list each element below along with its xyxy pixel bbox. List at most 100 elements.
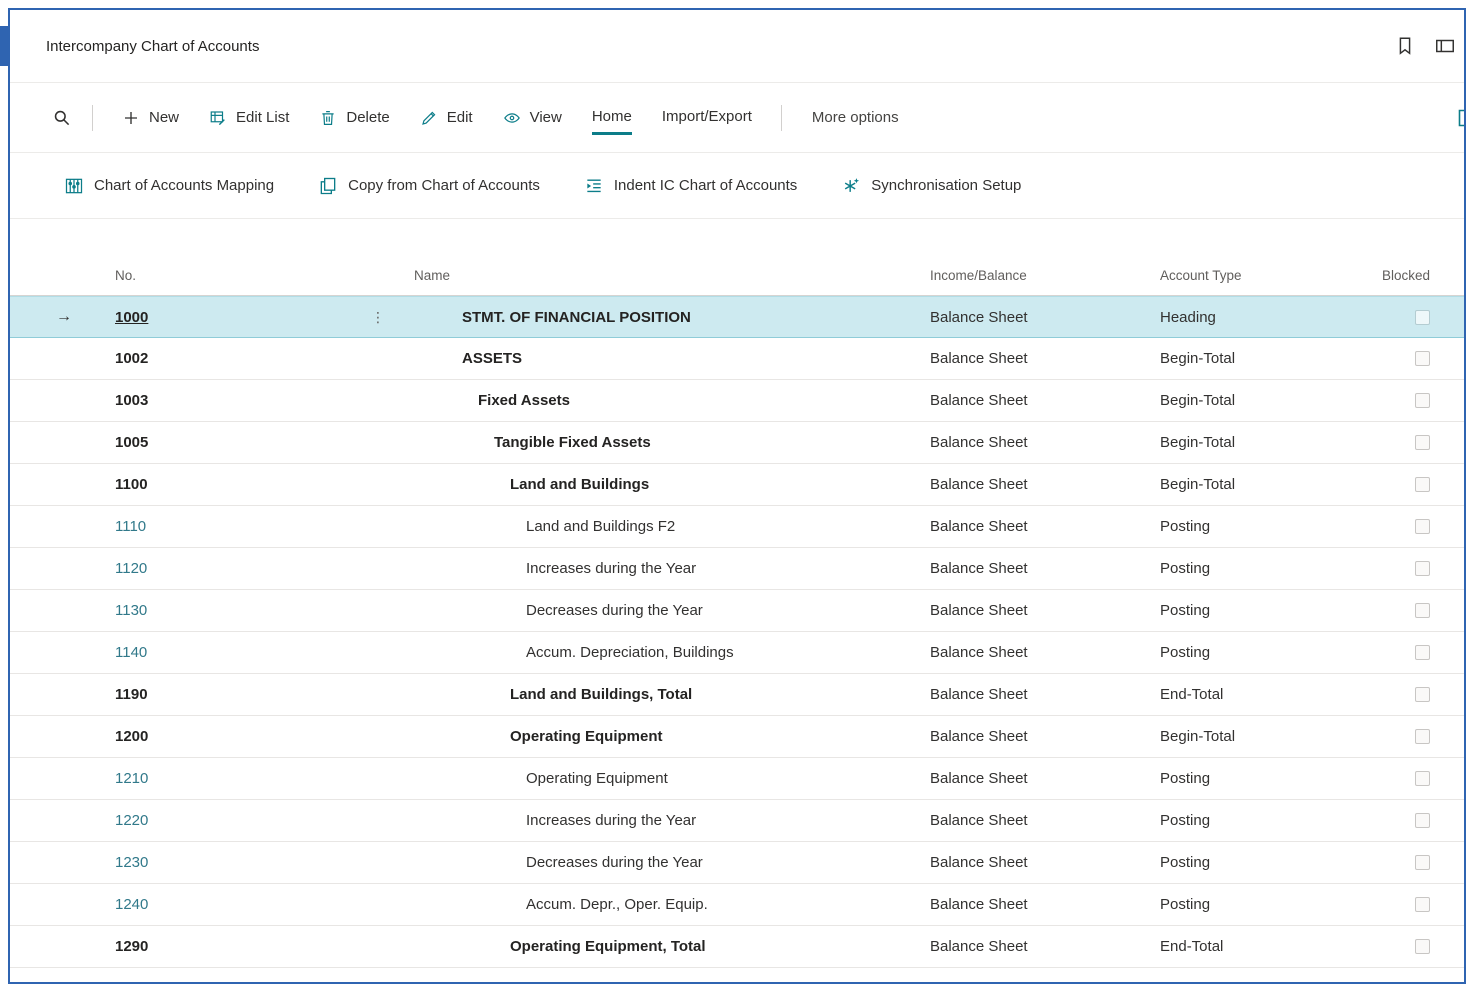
table-row[interactable]: 1100Land and BuildingsBalance SheetBegin… <box>10 464 1464 506</box>
cell-no[interactable]: 1220 <box>105 800 365 841</box>
blocked-checkbox[interactable] <box>1415 855 1430 870</box>
cell-no[interactable]: 1005 <box>105 422 365 463</box>
cell-income-balance[interactable]: Balance Sheet <box>925 422 1155 463</box>
cell-income-balance[interactable]: Balance Sheet <box>925 548 1155 589</box>
table-row[interactable]: 1230 Decreases during the YearBalance She… <box>10 842 1464 884</box>
cell-no[interactable]: 1190 <box>105 674 365 715</box>
toolbar-button-edit[interactable]: Edit <box>405 101 488 135</box>
column-header-no[interactable]: No. <box>105 268 365 283</box>
cell-account-type[interactable]: Begin-Total <box>1155 464 1370 505</box>
cell-name[interactable]: Fixed Assets <box>410 380 925 421</box>
column-header-account-type[interactable]: Account Type <box>1155 268 1370 283</box>
cell-name[interactable]: ASSETS <box>410 338 925 379</box>
toolbar-button-edit-list[interactable]: Edit List <box>194 101 304 135</box>
toolbar-tab-home[interactable]: Home <box>577 100 647 136</box>
cell-no[interactable]: 1140 <box>105 632 365 673</box>
cell-name[interactable]: Accum. Depreciation, Buildings <box>410 632 925 673</box>
cell-account-type[interactable]: Posting <box>1155 800 1370 841</box>
more-options-button[interactable]: More options <box>796 101 915 134</box>
table-row[interactable]: 1003 Fixed AssetsBalance SheetBegin-Total <box>10 380 1464 422</box>
table-row[interactable]: 1240Accum. Depr., Oper. Equip.Balance Sh… <box>10 884 1464 926</box>
table-row[interactable]: 1290Operating Equipment, TotalBalance Sh… <box>10 926 1464 968</box>
action-button-copy-from-chart-of-accounts[interactable]: Copy from Chart of Accounts <box>300 168 558 204</box>
cell-account-type[interactable]: End-Total <box>1155 926 1370 967</box>
cell-account-type[interactable]: Posting <box>1155 590 1370 631</box>
cell-no[interactable]: 1130 <box>105 590 365 631</box>
cell-account-type[interactable]: Posting <box>1155 842 1370 883</box>
column-header-income-balance[interactable]: Income/Balance <box>925 268 1155 283</box>
blocked-checkbox[interactable] <box>1415 519 1430 534</box>
dock-icon[interactable] <box>1434 35 1456 57</box>
cell-income-balance[interactable]: Balance Sheet <box>925 674 1155 715</box>
cell-name[interactable]: STMT. OF FINANCIAL POSITION <box>410 297 925 337</box>
cell-no[interactable]: 1240 <box>105 884 365 925</box>
cell-income-balance[interactable]: Balance Sheet <box>925 632 1155 673</box>
cell-no[interactable]: 1000 <box>105 297 365 337</box>
blocked-checkbox[interactable] <box>1415 771 1430 786</box>
action-button-chart-of-accounts-mapping[interactable]: Chart of Accounts Mapping <box>46 168 292 204</box>
cell-income-balance[interactable]: Balance Sheet <box>925 884 1155 925</box>
cell-name[interactable]: Land and Buildings, Total <box>410 674 925 715</box>
cell-no[interactable]: 1003 <box>105 380 365 421</box>
cell-account-type[interactable]: End-Total <box>1155 674 1370 715</box>
blocked-checkbox[interactable] <box>1415 393 1430 408</box>
toolbar-button-view[interactable]: View <box>488 101 577 135</box>
cell-name[interactable]: Operating Equipment <box>410 716 925 757</box>
cell-account-type[interactable]: Begin-Total <box>1155 422 1370 463</box>
cell-account-type[interactable]: Posting <box>1155 758 1370 799</box>
cell-account-type[interactable]: Begin-Total <box>1155 380 1370 421</box>
table-row[interactable]: 1120Increases during the YearBalance She… <box>10 548 1464 590</box>
cell-name[interactable]: Land and Buildings <box>410 464 925 505</box>
blocked-checkbox[interactable] <box>1415 310 1430 325</box>
blocked-checkbox[interactable] <box>1415 645 1430 660</box>
action-button-indent-ic-chart-of-accounts[interactable]: Indent IC Chart of Accounts <box>566 168 815 204</box>
toolbar-tab-import-export[interactable]: Import/Export <box>647 100 767 136</box>
blocked-checkbox[interactable] <box>1415 813 1430 828</box>
cell-no[interactable]: 1230 <box>105 842 365 883</box>
blocked-checkbox[interactable] <box>1415 687 1430 702</box>
cell-income-balance[interactable]: Balance Sheet <box>925 590 1155 631</box>
cell-account-type[interactable]: Posting <box>1155 548 1370 589</box>
column-header-name[interactable]: Name <box>410 268 925 283</box>
cell-no[interactable]: 1002 <box>105 338 365 379</box>
cell-name[interactable]: Decreases during the Year <box>410 842 925 883</box>
cell-account-type[interactable]: Begin-Total <box>1155 338 1370 379</box>
cell-name[interactable]: Decreases during the Year <box>410 590 925 631</box>
blocked-checkbox[interactable] <box>1415 477 1430 492</box>
table-row[interactable]: 1220 Increases during the YearBalance She… <box>10 800 1464 842</box>
table-row[interactable]: 1210Operating EquipmentBalance SheetPost… <box>10 758 1464 800</box>
table-row[interactable]: 1005 Tangible Fixed AssetsBalance SheetBe… <box>10 422 1464 464</box>
search-button[interactable] <box>44 101 78 135</box>
table-row[interactable]: 1200Operating EquipmentBalance SheetBegi… <box>10 716 1464 758</box>
row-options-ellipsis-icon[interactable]: ⋮ <box>365 297 410 337</box>
blocked-checkbox[interactable] <box>1415 351 1430 366</box>
table-row[interactable]: 1130 Decreases during the YearBalance She… <box>10 590 1464 632</box>
cell-account-type[interactable]: Posting <box>1155 632 1370 673</box>
blocked-checkbox[interactable] <box>1415 435 1430 450</box>
column-header-blocked[interactable]: Blocked <box>1370 268 1464 283</box>
cell-name[interactable]: Increases during the Year <box>410 800 925 841</box>
cell-no[interactable]: 1200 <box>105 716 365 757</box>
cell-account-type[interactable]: Posting <box>1155 884 1370 925</box>
blocked-checkbox[interactable] <box>1415 729 1430 744</box>
table-row[interactable]: 1190 Land and Buildings, TotalBalance She… <box>10 674 1464 716</box>
cell-income-balance[interactable]: Balance Sheet <box>925 842 1155 883</box>
cell-income-balance[interactable]: Balance Sheet <box>925 380 1155 421</box>
cell-name[interactable]: Land and Buildings F2 <box>410 506 925 547</box>
cell-account-type[interactable]: Posting <box>1155 506 1370 547</box>
blocked-checkbox[interactable] <box>1415 603 1430 618</box>
table-row[interactable]: 1110Land and Buildings F2Balance SheetPo… <box>10 506 1464 548</box>
cell-income-balance[interactable]: Balance Sheet <box>925 926 1155 967</box>
blocked-checkbox[interactable] <box>1415 561 1430 576</box>
cell-income-balance[interactable]: Balance Sheet <box>925 338 1155 379</box>
cell-name[interactable]: Tangible Fixed Assets <box>410 422 925 463</box>
cell-income-balance[interactable]: Balance Sheet <box>925 464 1155 505</box>
cell-income-balance[interactable]: Balance Sheet <box>925 800 1155 841</box>
cell-income-balance[interactable]: Balance Sheet <box>925 506 1155 547</box>
cell-income-balance[interactable]: Balance Sheet <box>925 716 1155 757</box>
toolbar-button-new[interactable]: New <box>107 101 194 135</box>
action-button-synchronisation-setup[interactable]: Synchronisation Setup <box>823 168 1039 204</box>
blocked-checkbox[interactable] <box>1415 897 1430 912</box>
blocked-checkbox[interactable] <box>1415 939 1430 954</box>
toolbar-button-delete[interactable]: Delete <box>304 101 404 135</box>
